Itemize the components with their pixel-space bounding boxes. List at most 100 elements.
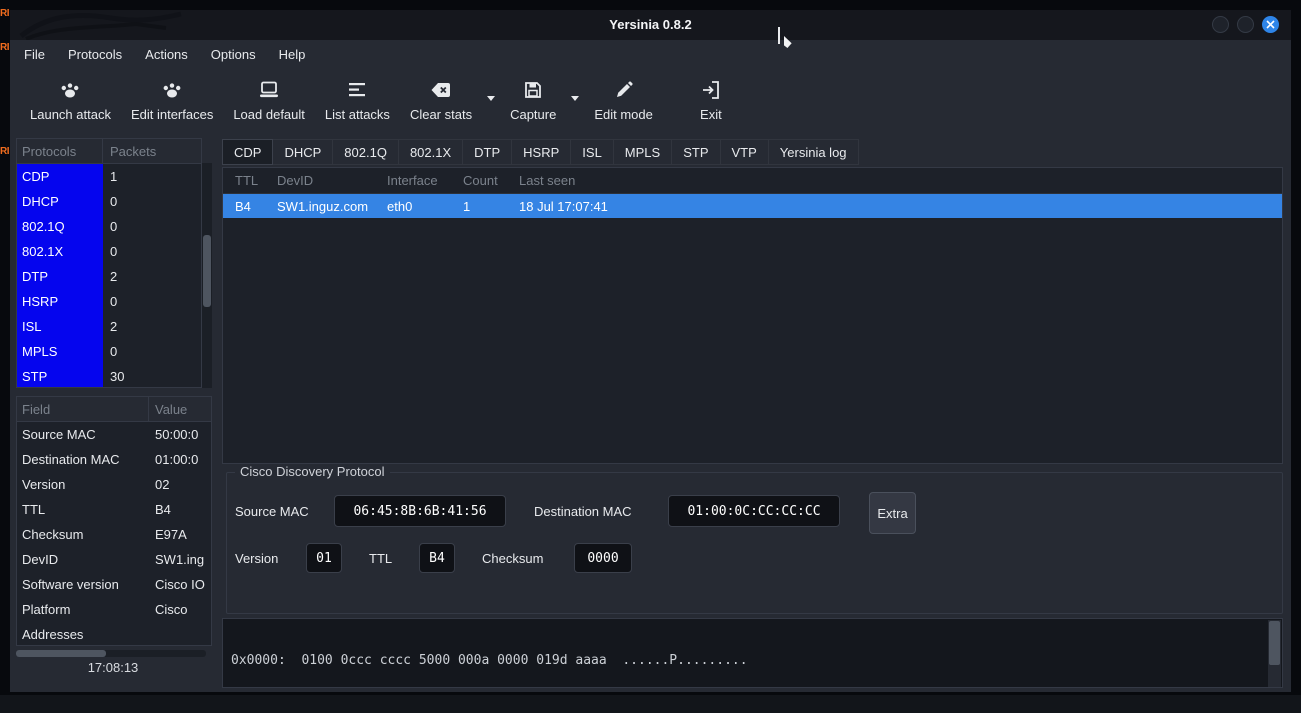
capture-dropdown-button[interactable] <box>566 96 584 101</box>
toolbar-label: Edit mode <box>594 107 653 122</box>
column-header-interface[interactable]: Interface <box>387 173 463 188</box>
tab-isl[interactable]: ISL <box>571 139 614 165</box>
field-name-cell: Platform <box>17 597 149 622</box>
destination-mac-input[interactable] <box>668 495 840 527</box>
field-row[interactable]: Source MAC50:00:0 <box>17 422 211 447</box>
field-value-cell: 01:00:0 <box>149 452 211 467</box>
tab-stp[interactable]: STP <box>672 139 720 165</box>
column-header-packets[interactable]: Packets <box>103 144 201 159</box>
checksum-input[interactable] <box>574 543 632 573</box>
fields-table-header[interactable]: Field Value <box>17 397 211 422</box>
menu-protocols[interactable]: Protocols <box>68 47 122 62</box>
tab-cdp[interactable]: CDP <box>222 139 273 165</box>
column-header-protocols[interactable]: Protocols <box>17 139 103 163</box>
edit-interfaces-button[interactable]: Edit interfaces <box>121 78 223 122</box>
column-header-value[interactable]: Value <box>149 402 211 417</box>
tab-yersinia-log[interactable]: Yersinia log <box>769 139 859 165</box>
source-mac-input[interactable] <box>334 495 506 527</box>
menu-file[interactable]: File <box>24 47 45 62</box>
window-close-button[interactable] <box>1262 16 1279 33</box>
chevron-down-icon <box>487 96 495 101</box>
protocol-row[interactable]: ISL2 <box>17 314 201 339</box>
field-row[interactable]: Software versionCisco IO <box>17 572 211 597</box>
hex-dump-view[interactable]: 0x0000: 0100 0ccc cccc 5000 000a 0000 01… <box>222 618 1283 688</box>
field-row[interactable]: ChecksumE97A <box>17 522 211 547</box>
exit-icon <box>699 78 723 102</box>
chevron-down-icon <box>571 96 579 101</box>
menu-options[interactable]: Options <box>211 47 256 62</box>
field-row[interactable]: Addresses <box>17 622 211 646</box>
field-row[interactable]: DevIDSW1.ing <box>17 547 211 572</box>
taskbar-strip <box>0 695 1301 713</box>
yersinia-window: Yersinia 0.8.2 File Protocols Actions Op… <box>10 10 1291 692</box>
tab-8021q[interactable]: 802.1Q <box>333 139 399 165</box>
tab-hsrp[interactable]: HSRP <box>512 139 571 165</box>
capture-button[interactable]: Capture <box>500 78 566 122</box>
load-default-button[interactable]: Load default <box>223 78 315 122</box>
version-input[interactable] <box>306 543 342 573</box>
field-row[interactable]: Version02 <box>17 472 211 497</box>
protocols-table-header[interactable]: Protocols Packets <box>17 139 201 164</box>
protocol-packets-cell: 0 <box>103 294 201 309</box>
window-title: Yersinia 0.8.2 <box>10 10 1291 40</box>
scrollbar-thumb[interactable] <box>203 235 211 307</box>
menu-help[interactable]: Help <box>279 47 306 62</box>
fields-horizontal-scrollbar[interactable] <box>16 650 206 657</box>
clear-stats-dropdown-button[interactable] <box>482 96 500 101</box>
packet-list-header[interactable]: TTL DevID Interface Count Last seen <box>223 168 1282 194</box>
launch-attack-button[interactable]: Launch attack <box>20 78 121 122</box>
column-header-count[interactable]: Count <box>463 173 519 188</box>
exit-button[interactable]: Exit <box>689 78 733 122</box>
menubar: File Protocols Actions Options Help <box>10 40 1291 68</box>
scrollbar-thumb[interactable] <box>16 650 106 657</box>
window-minimize-button[interactable] <box>1212 16 1229 33</box>
protocol-name-cell: STP <box>17 364 103 388</box>
window-maximize-button[interactable] <box>1237 16 1254 33</box>
protocols-scrollbar[interactable] <box>202 163 212 388</box>
tab-dhcp[interactable]: DHCP <box>273 139 333 165</box>
toolbar-label: Load default <box>233 107 305 122</box>
protocol-row[interactable]: 802.1X0 <box>17 239 201 264</box>
protocol-name-cell: CDP <box>17 164 103 189</box>
tab-vtp[interactable]: VTP <box>721 139 769 165</box>
field-row[interactable]: Destination MAC01:00:0 <box>17 447 211 472</box>
column-header-last-seen[interactable]: Last seen <box>519 173 1282 188</box>
packet-interface-cell: eth0 <box>387 199 463 214</box>
field-row[interactable]: PlatformCisco <box>17 597 211 622</box>
packet-row-selected[interactable]: B4 SW1.inguz.com eth0 1 18 Jul 17:07:41 <box>223 194 1282 218</box>
tab-mpls[interactable]: MPLS <box>614 139 672 165</box>
packet-devid-cell: SW1.inguz.com <box>277 199 387 214</box>
packet-last-seen-cell: 18 Jul 17:07:41 <box>519 199 1282 214</box>
ttl-label: TTL <box>369 551 392 566</box>
field-row[interactable]: TTLB4 <box>17 497 211 522</box>
titlebar[interactable]: Yersinia 0.8.2 <box>10 10 1291 40</box>
menu-actions[interactable]: Actions <box>145 47 188 62</box>
protocol-row[interactable]: DHCP0 <box>17 189 201 214</box>
toolbar-label: Launch attack <box>30 107 111 122</box>
protocol-row[interactable]: HSRP0 <box>17 289 201 314</box>
protocol-row[interactable]: MPLS0 <box>17 339 201 364</box>
column-header-ttl[interactable]: TTL <box>235 173 277 188</box>
hex-scrollbar[interactable] <box>1268 620 1281 688</box>
field-name-cell: Checksum <box>17 522 149 547</box>
protocol-packets-cell: 0 <box>103 219 201 234</box>
field-name-cell: Software version <box>17 572 149 597</box>
field-name-cell: Destination MAC <box>17 447 149 472</box>
field-value-cell: 50:00:0 <box>149 427 211 442</box>
toolbar-label: Capture <box>510 107 556 122</box>
edit-mode-button[interactable]: Edit mode <box>584 78 663 122</box>
list-attacks-button[interactable]: List attacks <box>315 78 400 122</box>
clear-stats-button[interactable]: Clear stats <box>400 78 482 122</box>
extra-button[interactable]: Extra <box>869 492 916 534</box>
protocol-row[interactable]: CDP1 <box>17 164 201 189</box>
column-header-field[interactable]: Field <box>17 397 149 421</box>
protocol-row[interactable]: STP30 <box>17 364 201 388</box>
scrollbar-thumb[interactable] <box>1269 621 1280 665</box>
packet-list: TTL DevID Interface Count Last seen B4 S… <box>222 167 1283 464</box>
tab-dtp[interactable]: DTP <box>463 139 512 165</box>
tab-8021x[interactable]: 802.1X <box>399 139 463 165</box>
ttl-input[interactable] <box>419 543 455 573</box>
column-header-devid[interactable]: DevID <box>277 173 387 188</box>
protocol-row[interactable]: 802.1Q0 <box>17 214 201 239</box>
protocol-row[interactable]: DTP2 <box>17 264 201 289</box>
